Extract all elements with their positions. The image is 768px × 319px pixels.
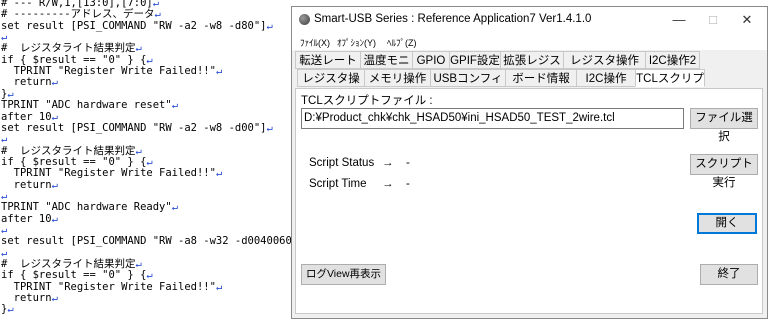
code-text: if { $result == "0" } {	[1, 269, 147, 282]
tab-tabs-row2-3[interactable]: ボード情報	[505, 69, 577, 87]
code-text: after 10	[1, 212, 52, 225]
return-mark-icon: ↵	[146, 155, 153, 168]
return-mark-icon: ↵	[1, 224, 8, 236]
maximize-button[interactable]: □	[699, 9, 727, 31]
return-mark-icon: ↵	[154, 8, 161, 21]
return-mark-icon: ↵	[51, 110, 58, 123]
code-line: after 10↵	[1, 213, 58, 226]
menu-file[interactable]: ﾌｧｲﾙ(X)	[300, 36, 330, 49]
app-window: Smart-USB Series : Reference Application…	[291, 6, 768, 319]
tab-tabs-row1-2[interactable]: GPIO	[412, 51, 450, 69]
return-mark-icon: ↵	[266, 121, 273, 134]
return-mark-icon: ↵	[215, 65, 223, 78]
code-text: set result [PSI_COMMAND "RW -a2 -w8 -d00…	[1, 121, 267, 134]
tab-tabs-row1-3[interactable]: GPIF設定	[449, 51, 501, 69]
tab-tabs-row1-6[interactable]: I2C操作2	[645, 51, 700, 69]
code-text: return	[1, 178, 52, 191]
code-text: TPRINT "Register Write Failed!!"	[1, 65, 216, 78]
arrow-icon: →	[382, 157, 394, 169]
code-text: return	[1, 76, 52, 89]
code-text: if { $result == "0" } {	[1, 155, 147, 168]
return-mark-icon: ↵	[1, 133, 8, 146]
code-text: # レジスタライト結果判定	[1, 258, 136, 271]
open-button[interactable]: 開く	[697, 213, 757, 234]
tab-tabs-row2-2[interactable]: USBコンフィグ	[430, 69, 506, 103]
return-mark-icon: ↵	[51, 292, 58, 305]
return-mark-icon: ↵	[266, 19, 273, 32]
script-status-label: Script Status	[309, 157, 375, 169]
tab-tabs-row2-1[interactable]: メモリ操作	[364, 69, 431, 87]
script-time-value: -	[406, 178, 410, 190]
script-path-field[interactable]: D:¥Product_chk¥chk_HSAD50¥ini_HSAD50_TES…	[301, 108, 684, 129]
return-mark-icon: ↵	[146, 269, 153, 282]
return-mark-icon: ↵	[7, 87, 14, 100]
close-button[interactable]: ✕	[733, 9, 761, 31]
script-status-value: -	[406, 157, 410, 169]
return-mark-icon: ↵	[135, 258, 142, 271]
code-text: TPRINT "ADC hardware reset"	[1, 99, 172, 112]
tab-tabs-row1-4[interactable]: 拡張レジスタ	[500, 51, 564, 85]
tab-tabs-row1-5[interactable]: レジスタ操作(512)	[563, 51, 646, 85]
file-select-button[interactable]: ファイル選択	[690, 108, 758, 143]
tab-tabs-row2-4[interactable]: I2C操作	[576, 69, 636, 87]
code-text: TPRINT "ADC hardware Ready"	[1, 201, 172, 214]
code-line: set result [PSI_COMMAND "RW -a2 -w8 -d00…	[1, 122, 273, 135]
return-mark-icon: ↵	[215, 167, 223, 180]
log-view-button[interactable]: ログView再表示	[301, 264, 386, 285]
code-line: set result [PSI_COMMAND "RW -a2 -w8 -d80…	[1, 20, 273, 33]
code-text: TPRINT "Register Write Failed!!"	[1, 280, 216, 293]
code-text: # レジスタライト結果判定	[1, 144, 136, 157]
tab-tabs-row1-1[interactable]: 温度モニタ	[360, 51, 413, 85]
tcl-script-panel: TCLスクリプトファイル : D:¥Product_chk¥chk_HSAD50…	[295, 88, 763, 314]
tab-tabs-row1-0[interactable]: 転送レート測定	[295, 51, 361, 85]
app-icon	[299, 14, 310, 25]
exit-button[interactable]: 終了	[700, 264, 758, 285]
code-text: return	[1, 292, 52, 305]
code-line: return↵	[1, 179, 58, 192]
return-mark-icon: ↵	[135, 42, 142, 55]
return-mark-icon: ↵	[135, 144, 142, 157]
code-text: # ---------アドレス、データ	[1, 8, 155, 21]
code-line: }↵	[1, 303, 14, 316]
code-text: if { $result == "0" } {	[1, 53, 147, 66]
script-time-label: Script Time	[309, 178, 367, 190]
code-text: set result [PSI_COMMAND "RW -a8 -w32 -d0…	[1, 235, 311, 248]
return-mark-icon: ↵	[171, 99, 179, 112]
menu-option[interactable]: ｵﾌﾟｼｮﾝ(Y)	[337, 36, 376, 49]
file-label: TCLスクリプトファイル :	[301, 95, 433, 107]
code-text: # レジスタライト結果判定	[1, 42, 136, 55]
run-script-button[interactable]: スクリプト実行	[690, 154, 758, 189]
return-mark-icon: ↵	[171, 201, 179, 214]
tab-tabs-row2-5[interactable]: TCLスクリプト	[635, 69, 705, 103]
return-mark-icon: ↵	[7, 303, 14, 316]
title-bar: Smart-USB Series : Reference Application…	[292, 7, 767, 33]
return-mark-icon: ↵	[1, 246, 8, 259]
return-mark-icon: ↵	[51, 178, 58, 191]
return-mark-icon: ↵	[51, 212, 58, 225]
arrow-icon: →	[382, 178, 394, 190]
menu-bar: ﾌｧｲﾙ(X) ｵﾌﾟｼｮﾝ(Y) ﾍﾙﾌﾟ(Z)	[292, 33, 767, 50]
return-mark-icon: ↵	[51, 76, 58, 89]
return-mark-icon: ↵	[1, 189, 8, 202]
menu-help[interactable]: ﾍﾙﾌﾟ(Z)	[387, 36, 417, 49]
return-mark-icon: ↵	[215, 280, 223, 293]
code-line: set result [PSI_COMMAND "RW -a8 -w32 -d0…	[1, 235, 317, 248]
return-mark-icon: ↵	[146, 53, 153, 66]
code-text: set result [PSI_COMMAND "RW -a2 -w8 -d80…	[1, 19, 267, 32]
window-title: Smart-USB Series : Reference Application…	[314, 13, 592, 25]
code-text: after 10	[1, 110, 52, 123]
code-text: TPRINT "Register Write Failed!!"	[1, 167, 216, 180]
tab-tabs-row2-0[interactable]: レジスタ操作	[297, 69, 365, 103]
minimize-button[interactable]: —	[665, 9, 693, 31]
